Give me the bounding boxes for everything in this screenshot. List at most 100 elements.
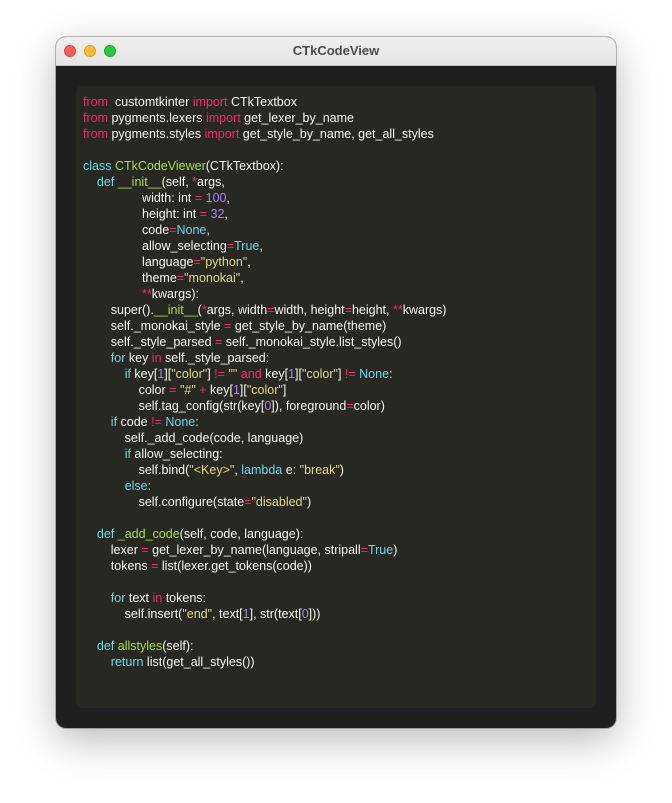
code-line: def _add_code(self, code, language):: [83, 526, 446, 542]
code-line: def __init__(self, *args,: [83, 174, 446, 190]
code-token: =: [360, 543, 368, 557]
code-token: None: [359, 367, 390, 381]
code-line: else:: [83, 478, 446, 494]
code-line: language="python",: [83, 254, 446, 270]
code-token: theme: [83, 271, 177, 285]
code-token: text: [125, 591, 153, 605]
code-token: import: [205, 111, 241, 125]
code-token: def: [96, 639, 115, 653]
code-token: and: [240, 367, 262, 381]
code-token: "python": [200, 255, 248, 269]
code-line: allow_selecting=True,: [83, 238, 446, 254]
code-token: "monokai": [184, 271, 241, 285]
code-token: ): [306, 495, 312, 509]
code-token: language: [83, 255, 194, 269]
code-token: pygments.styles: [108, 127, 205, 141]
code-token: "": [228, 367, 238, 381]
code-token: kwargs): [402, 303, 447, 317]
code-token: "break": [299, 463, 340, 477]
code-token: 100: [205, 191, 227, 205]
code-token: :: [147, 479, 152, 493]
code-token: self._style_parsed: [83, 335, 216, 349]
code-line: def allstyles(self):: [83, 638, 446, 654]
code-token: **: [142, 287, 152, 301]
code-token: code: [117, 415, 152, 429]
code-token: return: [110, 655, 144, 669]
code-token: "color": [301, 367, 338, 381]
window-title: CTkCodeView: [292, 43, 380, 58]
code-line: if key[1]["color"] != "" and key[1]["col…: [83, 366, 446, 382]
code-token: self._monokai_style.list_styles(): [222, 335, 402, 349]
code-token: self._add_code(code, language): [83, 431, 304, 445]
code-token: =: [141, 543, 149, 557]
code-token: key[: [206, 383, 233, 397]
code-token: ,: [247, 255, 251, 269]
code-token: ])): [308, 607, 321, 621]
code-token: pygments.lexers: [108, 111, 206, 125]
code-token: "end": [182, 607, 213, 621]
code-token: (self, code, language):: [179, 527, 304, 541]
code-line: super().__init__(*args, width=width, hei…: [83, 302, 447, 318]
code-line: color = "#" + key[1]["color"]: [83, 382, 446, 398]
code-token: "color": [171, 367, 208, 381]
code-token: self.insert(: [83, 607, 183, 621]
title-bar[interactable]: CTkCodeView: [56, 37, 616, 66]
code-token: e:: [282, 463, 300, 477]
code-line: self.configure(state="disabled"): [83, 494, 446, 510]
code-token: ]: [282, 383, 287, 397]
code-token: kwargs):: [151, 287, 200, 301]
code-token: color: [83, 383, 170, 397]
code-token: in: [152, 591, 163, 605]
code-token: ][: [239, 383, 247, 397]
code-token: =: [244, 495, 252, 509]
code-token: for: [110, 591, 126, 605]
code-token: (self):: [162, 639, 194, 653]
code-token: !=: [344, 367, 356, 381]
code-token: ,: [224, 207, 228, 221]
code-token: "disabled": [251, 495, 307, 509]
code-token: self.configure(state: [83, 495, 245, 509]
code-token: height,: [351, 303, 393, 317]
code-token: height: int: [83, 207, 200, 221]
code-token: ]), foreground: [271, 399, 347, 413]
code-token: self.tag_config(str(key[: [83, 399, 265, 413]
code-token: =: [176, 271, 185, 285]
code-token: lexer: [83, 543, 142, 557]
code-content: from customtkinter import CTkTextbox from…: [83, 94, 446, 670]
code-token: :: [389, 367, 393, 381]
code-token: list(lexer.get_tokens(code)): [158, 559, 312, 573]
code-token: =: [344, 303, 352, 317]
code-token: key[: [261, 367, 289, 381]
code-token: CTkTextbox: [227, 95, 297, 109]
code-token: "color": [246, 383, 283, 397]
code-token: get_lexer_by_name(language, stripall: [148, 543, 361, 557]
code-token: get_style_by_name(theme): [231, 319, 387, 333]
code-token: args, width: [206, 303, 268, 317]
code-token: else: [124, 479, 148, 493]
code-token: ,: [240, 271, 244, 285]
code-token: ,: [259, 239, 263, 253]
code-line: class CTkCodeViewer(CTkTextbox):: [83, 158, 446, 174]
code-token: _add_code: [117, 527, 180, 541]
code-token: super().: [83, 303, 154, 317]
code-token: self._style_parsed:: [161, 351, 270, 365]
code-line: return list(get_all_styles()): [83, 654, 446, 670]
code-line: self._style_parsed = self._monokai_style…: [83, 334, 446, 350]
code-token: ,: [206, 223, 210, 237]
code-textbox[interactable]: from customtkinter import CTkTextbox from…: [76, 86, 596, 708]
code-token: :: [195, 415, 199, 429]
code-token: __init__: [117, 175, 162, 189]
code-token: from: [83, 127, 108, 141]
code-token: None: [165, 415, 196, 429]
code-token: key[: [130, 367, 158, 381]
code-token: ]: [337, 367, 345, 381]
code-token: __init__: [153, 303, 198, 317]
code-token: =: [346, 399, 354, 413]
